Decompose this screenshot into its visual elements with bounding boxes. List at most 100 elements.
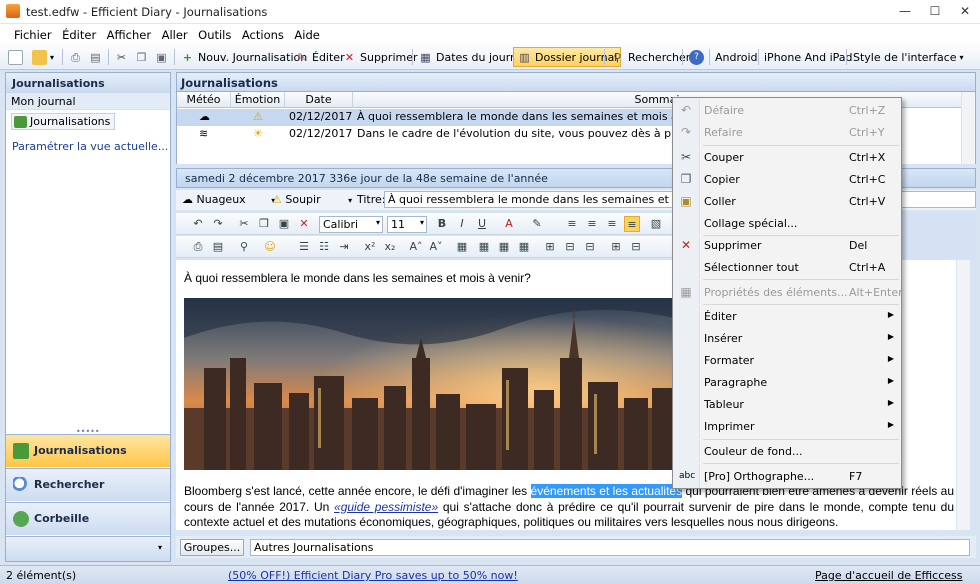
print-icon[interactable]: ⎙: [190, 239, 206, 255]
customize-view-link[interactable]: Paramétrer la vue actuelle...: [12, 140, 170, 153]
guide-link[interactable]: «guide pessimiste»: [334, 500, 438, 514]
cut-button[interactable]: ✂: [114, 47, 129, 67]
bold-button[interactable]: B: [434, 216, 450, 232]
nav-rechercher[interactable]: Rechercher: [6, 468, 170, 501]
align-center-icon[interactable]: ≡: [584, 216, 600, 232]
menu-item-spellcheck[interactable]: abc [Pro] Orthographe... F7: [673, 465, 901, 487]
menu-item-paste[interactable]: ▣ Coller Ctrl+V: [673, 190, 901, 212]
journal-item[interactable]: Journalisations: [11, 113, 116, 130]
table-insert-icon[interactable]: ▦: [476, 239, 492, 255]
menu-item-cut[interactable]: ✂ Couper Ctrl+X: [673, 146, 901, 168]
menu-item-properties[interactable]: ▦ Propriétés des éléments... Alt+Enter: [673, 281, 902, 303]
font-selector[interactable]: Calibri ▾: [319, 216, 383, 233]
justify-icon[interactable]: ≡: [624, 216, 640, 232]
image-icon[interactable]: ▧: [648, 216, 664, 232]
italic-button[interactable]: I: [454, 216, 470, 232]
insert-row-icon[interactable]: ⊞: [608, 239, 624, 255]
underline-button[interactable]: U: [474, 216, 490, 232]
table-row[interactable]: ☁ ⚠ 02/12/2017 À quoi ressemblera le mon…: [177, 109, 673, 126]
print-button[interactable]: ⎙: [68, 47, 83, 67]
delete-row-icon[interactable]: ⊟: [628, 239, 644, 255]
homepage-link[interactable]: Page d'accueil de Efficcess: [815, 569, 962, 582]
indent-icon[interactable]: ⇥: [336, 239, 352, 255]
edit-button[interactable]: ✎ Éditer: [294, 47, 345, 67]
dates-button[interactable]: ▦ Dates du journal: [418, 47, 527, 67]
copy-button[interactable]: ❐: [134, 47, 149, 67]
cut-icon[interactable]: ✂: [236, 216, 252, 232]
groups-field[interactable]: Autres Journalisations: [250, 539, 970, 556]
copy-icon[interactable]: ❐: [256, 216, 272, 232]
chevron-down-icon[interactable]: ▾: [158, 543, 162, 552]
menu-fichier[interactable]: Fichier: [10, 24, 55, 42]
menu-editer[interactable]: Éditer: [58, 24, 99, 42]
paste-icon[interactable]: ▣: [276, 216, 292, 232]
row-icon[interactable]: ⊟: [562, 239, 578, 255]
nav-journalisations[interactable]: Journalisations: [6, 434, 170, 467]
menu-item-print-submenu[interactable]: Imprimer ▶: [673, 415, 901, 437]
column-icon[interactable]: ⊟: [582, 239, 598, 255]
shrink-font-icon[interactable]: A˅: [428, 239, 444, 255]
folder-button[interactable]: ▥ Dossier journal: [513, 47, 622, 67]
menu-item-insert-submenu[interactable]: Insérer ▶: [673, 327, 901, 349]
attach-icon[interactable]: ▤: [210, 239, 226, 255]
menu-item-format-submenu[interactable]: Formater ▶: [673, 349, 901, 371]
menu-item-edit-submenu[interactable]: Éditer ▶: [673, 305, 901, 327]
menu-outils[interactable]: Outils: [194, 24, 234, 42]
menu-aller[interactable]: Aller: [158, 24, 191, 42]
find-icon[interactable]: ⚲: [236, 239, 252, 255]
subscript-icon[interactable]: x₂: [382, 239, 398, 255]
minimize-button[interactable]: —: [890, 0, 920, 22]
font-size-selector[interactable]: 11 ▾: [387, 216, 427, 233]
help-button[interactable]: ?: [689, 47, 704, 67]
android-button[interactable]: Android: [715, 47, 758, 67]
open-button[interactable]: ​▾: [32, 47, 54, 67]
maximize-button[interactable]: ☐: [920, 0, 950, 22]
menu-item-redo[interactable]: ↷ Refaire Ctrl+Y: [673, 121, 901, 143]
column-date[interactable]: Date: [285, 92, 353, 108]
numbered-list-icon[interactable]: ☷: [316, 239, 332, 255]
table-split-icon[interactable]: ▦: [516, 239, 532, 255]
menu-item-delete[interactable]: ✕ Supprimer Del: [673, 234, 901, 256]
menu-item-copy[interactable]: ❐ Copier Ctrl+C: [673, 168, 901, 190]
menu-item-paste-special[interactable]: Collage spécial...: [673, 212, 901, 234]
column-emotion[interactable]: Émotion: [231, 92, 285, 108]
align-left-icon[interactable]: ≡: [564, 216, 580, 232]
menu-item-background-color[interactable]: Couleur de fond...: [673, 440, 901, 462]
bullet-list-icon[interactable]: ☰: [296, 239, 312, 255]
new-doc-button[interactable]: ​: [8, 47, 23, 67]
menu-item-select-all[interactable]: Sélectionner tout Ctrl+A: [673, 256, 901, 278]
iphone-button[interactable]: iPhone And iPad: [764, 47, 853, 67]
menu-actions[interactable]: Actions: [238, 24, 287, 42]
border-icon[interactable]: ⊞: [542, 239, 558, 255]
menu-item-paragraph-submenu[interactable]: Paragraphe ▶: [673, 371, 901, 393]
undo-icon[interactable]: ↶: [190, 216, 206, 232]
column-meteo[interactable]: Météo: [177, 92, 231, 108]
font-color-icon[interactable]: A: [501, 216, 517, 232]
emotion-selector[interactable]: ⚠ Soupir ▾: [272, 193, 352, 206]
search-button[interactable]: ⚲ Rechercher: [610, 47, 690, 67]
emoji-icon[interactable]: ☺: [262, 239, 278, 255]
promo-link[interactable]: (50% OFF!) Efficient Diary Pro saves up …: [228, 569, 518, 582]
menu-afficher[interactable]: Afficher: [103, 24, 154, 42]
close-button[interactable]: ✕: [950, 0, 980, 22]
new-entry-button[interactable]: + Nouv. Journalisation: [180, 47, 307, 67]
table-icon[interactable]: ▦: [454, 239, 470, 255]
superscript-icon[interactable]: x²: [362, 239, 378, 255]
table-merge-icon[interactable]: ▦: [496, 239, 512, 255]
highlight-icon[interactable]: ✎: [529, 216, 545, 232]
align-right-icon[interactable]: ≡: [604, 216, 620, 232]
nav-corbeille[interactable]: Corbeille: [6, 502, 170, 535]
menu-aide[interactable]: Aide: [290, 24, 322, 42]
style-dropdown[interactable]: Style de l'interface ▾: [853, 47, 964, 67]
paste-button[interactable]: ▣: [154, 47, 169, 67]
export-button[interactable]: ▤: [88, 47, 103, 67]
editor-scrollbar[interactable]: [956, 260, 970, 530]
menu-item-undo[interactable]: ↶ Défaire Ctrl+Z: [673, 99, 901, 121]
redo-icon[interactable]: ↷: [210, 216, 226, 232]
weather-selector[interactable]: ☁ Nuageux ▾: [182, 193, 275, 206]
grid-scrollbar[interactable]: [961, 92, 975, 164]
delete-icon[interactable]: ✕: [296, 216, 312, 232]
grow-font-icon[interactable]: A˄: [408, 239, 424, 255]
delete-button[interactable]: ✕ Supprimer: [342, 47, 418, 67]
menu-item-table-submenu[interactable]: Tableur ▶: [673, 393, 901, 415]
